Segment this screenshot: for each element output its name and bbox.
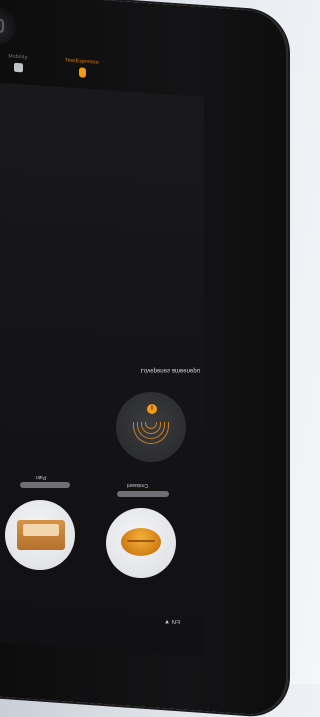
toast-icon bbox=[17, 520, 65, 550]
tablet-device: .... Mobility Tea/Espresso bbox=[0, 0, 288, 717]
nav-item-mobility[interactable]: Mobility bbox=[0, 53, 38, 74]
product-button-toast[interactable] bbox=[5, 500, 75, 570]
action-label: Lovepenes ameenepu bbox=[140, 367, 200, 373]
product-label: Pain bbox=[36, 474, 47, 480]
nav-item-label: Mobility bbox=[8, 53, 28, 61]
bun-seam bbox=[127, 540, 155, 542]
camera-lens bbox=[0, 5, 16, 46]
bun-icon bbox=[121, 528, 161, 556]
product-indicator bbox=[117, 491, 169, 497]
product-label: Croissant bbox=[127, 482, 149, 488]
product-button-bun[interactable] bbox=[106, 508, 176, 578]
nfc-action-button[interactable]: i bbox=[116, 392, 186, 462]
product-indicator bbox=[20, 482, 70, 488]
nav-item-label: Tea/Espresso bbox=[65, 57, 99, 66]
toast-top bbox=[23, 524, 59, 536]
camera-icon bbox=[0, 18, 4, 34]
hand-icon bbox=[78, 67, 86, 78]
language-selector[interactable]: EN ▼ bbox=[164, 618, 180, 624]
signal-icon bbox=[133, 422, 169, 444]
grid-icon bbox=[13, 62, 23, 73]
nav-item-active[interactable]: Tea/Espresso bbox=[62, 57, 102, 79]
info-icon: i bbox=[147, 404, 157, 414]
